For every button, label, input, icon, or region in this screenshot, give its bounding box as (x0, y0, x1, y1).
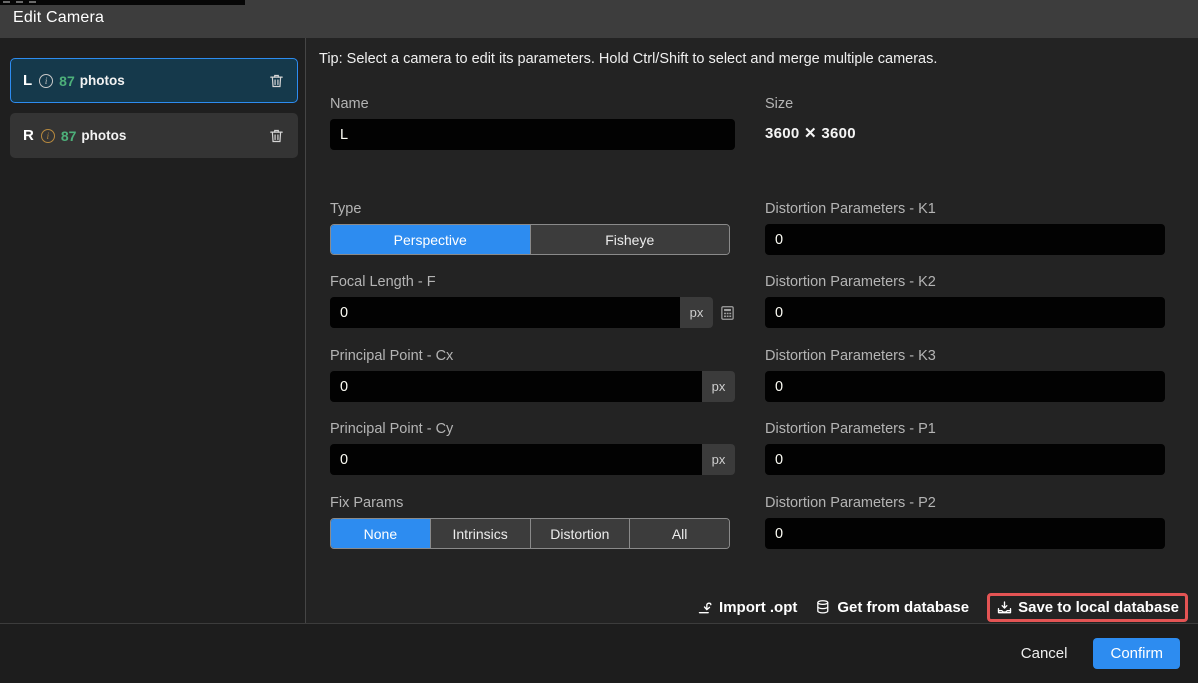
dialog-title: Edit Camera (13, 9, 104, 27)
fix-params-option-all[interactable]: All (629, 519, 729, 548)
save-to-local-database-button[interactable]: Save to local database (996, 599, 1179, 616)
principal-point-cy-field: Principal Point - Cy 0 px (330, 421, 735, 475)
distortion-k2-label: Distortion Parameters - K2 (765, 274, 1165, 290)
distortion-p2-label: Distortion Parameters - P2 (765, 495, 1165, 511)
principal-point-cx-unit: px (702, 371, 735, 402)
confirm-button[interactable]: Confirm (1093, 638, 1180, 669)
tip-text: Tip: Select a camera to edit its paramet… (319, 51, 937, 67)
trash-icon (268, 72, 285, 90)
focal-length-field: Focal Length - F 0 px (330, 274, 735, 328)
name-field: Name L (330, 96, 735, 150)
database-icon (815, 599, 832, 616)
distortion-p1-field: Distortion Parameters - P1 0 (765, 421, 1165, 475)
distortion-k3-field: Distortion Parameters - K3 0 (765, 348, 1165, 402)
info-icon: i (41, 129, 55, 143)
info-icon: i (39, 74, 53, 88)
cancel-button[interactable]: Cancel (1021, 645, 1068, 662)
distortion-p2-field: Distortion Parameters - P2 0 (765, 495, 1165, 549)
clipped-background-strip (0, 0, 245, 5)
import-icon (697, 600, 714, 616)
name-label: Name (330, 96, 735, 112)
delete-camera-button[interactable] (268, 72, 285, 90)
type-option-fisheye[interactable]: Fisheye (530, 225, 730, 254)
camera-name: R (23, 127, 34, 144)
type-field: Type Perspective Fisheye (330, 201, 730, 255)
principal-point-cy-label: Principal Point - Cy (330, 421, 735, 437)
type-label: Type (330, 201, 730, 217)
distortion-k3-input[interactable]: 0 (765, 371, 1165, 402)
camera-name: L (23, 72, 32, 89)
save-icon (996, 600, 1013, 616)
trash-icon (268, 127, 285, 145)
database-actions-row: Import .opt Get from database Save to lo… (697, 593, 1188, 622)
annotation-highlight-box: Save to local database (987, 593, 1188, 622)
distortion-k2-field: Distortion Parameters - K2 0 (765, 274, 1165, 328)
fix-params-option-distortion[interactable]: Distortion (530, 519, 630, 548)
distortion-k1-label: Distortion Parameters - K1 (765, 201, 1165, 217)
edit-camera-dialog: Edit Camera L i 87 photos R i 87 photos (0, 0, 1198, 683)
delete-camera-button[interactable] (268, 127, 285, 145)
principal-point-cx-label: Principal Point - Cx (330, 348, 735, 364)
photo-count-unit: photos (80, 73, 125, 88)
fix-params-segmented-control: None Intrinsics Distortion All (330, 518, 730, 549)
camera-list-sidebar: L i 87 photos R i 87 photos (0, 38, 305, 623)
focal-length-label: Focal Length - F (330, 274, 735, 290)
principal-point-cy-unit: px (702, 444, 735, 475)
focal-length-input[interactable]: 0 (330, 297, 680, 328)
camera-list-item-L[interactable]: L i 87 photos (10, 58, 298, 103)
size-label: Size (765, 96, 1165, 112)
photo-count-unit: photos (81, 128, 126, 143)
size-value: 3600 ✕ 3600 (765, 125, 856, 142)
type-option-perspective[interactable]: Perspective (331, 225, 530, 254)
fix-params-option-intrinsics[interactable]: Intrinsics (430, 519, 530, 548)
camera-parameters-panel: Tip: Select a camera to edit its paramet… (306, 38, 1198, 623)
photo-count: 87 (59, 73, 75, 89)
fix-params-option-none[interactable]: None (331, 519, 430, 548)
dialog-footer: Cancel Confirm (0, 623, 1198, 683)
photo-count: 87 (61, 128, 77, 144)
fix-params-label: Fix Params (330, 495, 730, 511)
distortion-k1-input[interactable]: 0 (765, 224, 1165, 255)
calculator-button[interactable] (720, 305, 735, 321)
principal-point-cy-input[interactable]: 0 (330, 444, 702, 475)
distortion-k2-input[interactable]: 0 (765, 297, 1165, 328)
size-field: Size 3600 ✕ 3600 (765, 96, 1165, 142)
camera-list-item-R[interactable]: R i 87 photos (10, 113, 298, 158)
type-segmented-control: Perspective Fisheye (330, 224, 730, 255)
import-opt-button[interactable]: Import .opt (697, 599, 797, 616)
principal-point-cx-input[interactable]: 0 (330, 371, 702, 402)
distortion-k1-field: Distortion Parameters - K1 0 (765, 201, 1165, 255)
dialog-header: Edit Camera (0, 0, 1198, 38)
calculator-icon (720, 305, 735, 321)
get-from-database-button[interactable]: Get from database (815, 599, 969, 616)
principal-point-cx-field: Principal Point - Cx 0 px (330, 348, 735, 402)
fix-params-field: Fix Params None Intrinsics Distortion Al… (330, 495, 730, 549)
focal-length-unit: px (680, 297, 713, 328)
distortion-k3-label: Distortion Parameters - K3 (765, 348, 1165, 364)
distortion-p2-input[interactable]: 0 (765, 518, 1165, 549)
name-input[interactable]: L (330, 119, 735, 150)
distortion-p1-label: Distortion Parameters - P1 (765, 421, 1165, 437)
distortion-p1-input[interactable]: 0 (765, 444, 1165, 475)
